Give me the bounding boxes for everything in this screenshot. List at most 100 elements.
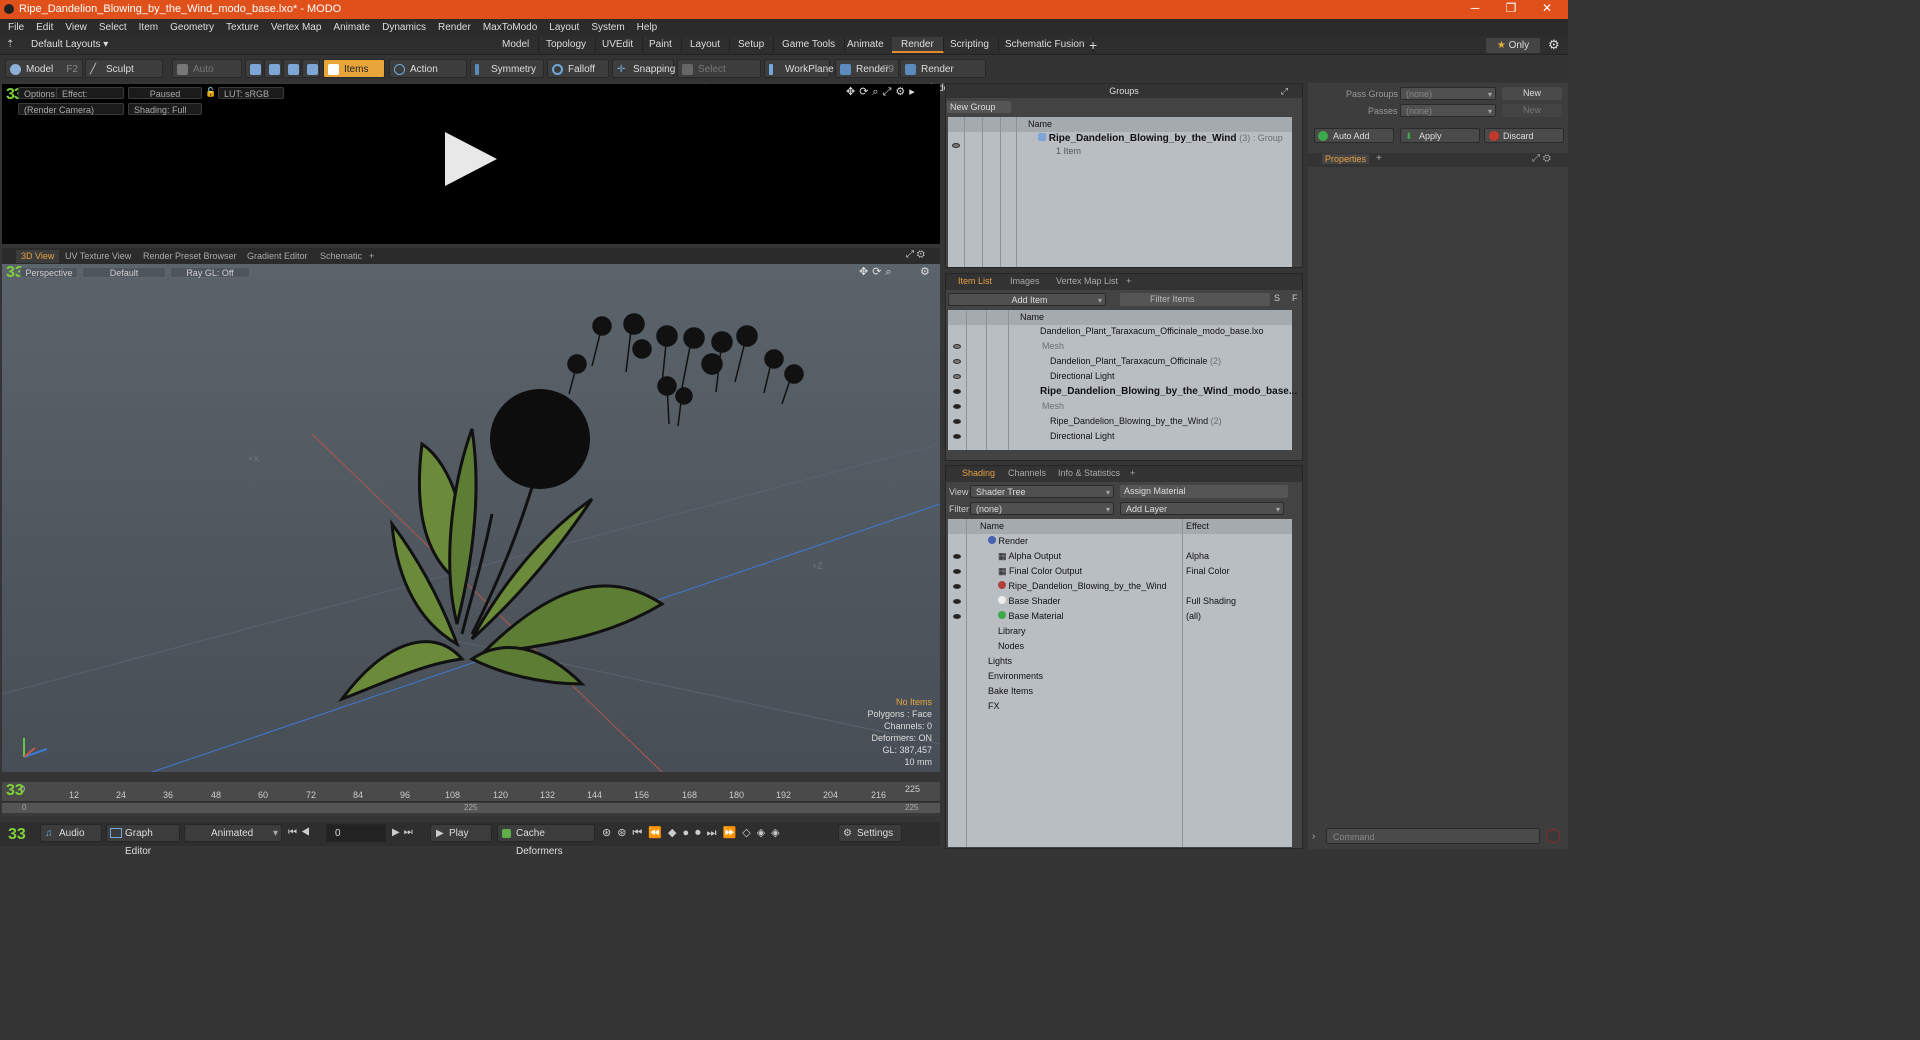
shader-row[interactable]: Environments <box>948 669 1292 684</box>
tab-gradient-editor[interactable]: Gradient Editor <box>242 250 313 263</box>
tab-setup[interactable]: Setup <box>729 37 775 53</box>
add-list-tab-button[interactable]: + <box>1126 276 1131 286</box>
eye-icon[interactable] <box>953 404 961 409</box>
add-tab-button[interactable]: + <box>1089 37 1097 53</box>
shader-row[interactable]: Ripe_Dandelion_Blowing_by_the_Wind <box>948 579 1292 594</box>
only-toggle[interactable]: ★ Only <box>1486 38 1540 53</box>
default-layouts-dropdown[interactable]: Default Layouts ▾ <box>31 39 108 50</box>
shading-dropdown[interactable]: Shading: Full <box>128 103 202 115</box>
new-group-button[interactable]: New Group <box>947 101 1011 113</box>
lut-dropdown[interactable]: LUT: sRGB <box>218 87 284 99</box>
list-item[interactable]: Mesh <box>948 339 1292 354</box>
list-item[interactable]: Dandelion_Plant_Taraxacum_Officinale (2) <box>948 354 1292 369</box>
groups-list[interactable]: Name Ripe_Dandelion_Blowing_by_the_Wind … <box>948 117 1292 267</box>
vertices-mode-button[interactable] <box>245 59 263 78</box>
render-camera-dropdown[interactable]: (Render Camera) <box>18 103 124 115</box>
minimize-button[interactable]: ─ <box>1460 1 1490 15</box>
apply-button[interactable]: ⬇ Apply <box>1400 128 1480 143</box>
cache-deformers-button[interactable]: Cache Deformers <box>497 824 595 857</box>
shader-row[interactable]: Base Shader Full Shading <box>948 594 1292 609</box>
eye-icon[interactable] <box>953 434 961 439</box>
menu-vertex-map[interactable]: Vertex Map <box>265 19 328 36</box>
sculpt-button[interactable]: ╱ Sculpt <box>85 59 163 78</box>
filter-items-input[interactable]: Filter Items <box>1120 293 1270 306</box>
menu-dynamics[interactable]: Dynamics <box>376 19 432 36</box>
items-mode-button[interactable]: Items <box>323 59 385 78</box>
menu-texture[interactable]: Texture <box>220 19 265 36</box>
eye-icon[interactable] <box>953 359 961 364</box>
tab-render[interactable]: Render <box>892 37 944 53</box>
eye-icon[interactable] <box>953 374 961 379</box>
tab-properties[interactable]: Properties <box>1322 154 1370 164</box>
menu-select[interactable]: Select <box>93 19 133 36</box>
tab-render-preset-browser[interactable]: Render Preset Browser <box>138 250 242 263</box>
tab-info-statistics[interactable]: Info & Statistics <box>1058 468 1120 478</box>
tab-paint[interactable]: Paint <box>640 37 682 53</box>
model-mode-button[interactable]: Model F2 <box>5 59 83 78</box>
menu-file[interactable]: File <box>2 19 30 36</box>
add-item-dropdown[interactable]: Add Item <box>948 293 1106 307</box>
groups-expand-icon[interactable]: ⤢ <box>1281 84 1288 98</box>
viewport-expand-icon[interactable]: ⤢ ⚙ <box>906 249 925 260</box>
viewport-nav-controls[interactable]: ✥⟳⌕ <box>859 265 896 279</box>
tab-vertex-map-list[interactable]: Vertex Map List <box>1056 276 1118 286</box>
item-list[interactable]: Name Dandelion_Plant_Taraxacum_Officinal… <box>948 310 1297 450</box>
shader-row[interactable]: Bake Items <box>948 684 1292 699</box>
menu-edit[interactable]: Edit <box>30 19 59 36</box>
record-icon[interactable] <box>1546 829 1560 843</box>
tab-game-tools[interactable]: Game Tools <box>773 37 846 53</box>
graph-editor-button[interactable]: Graph Editor <box>106 824 180 857</box>
assign-material-button[interactable]: Assign Material <box>1120 485 1288 498</box>
shader-row[interactable]: Render <box>948 534 1292 549</box>
eye-icon[interactable] <box>953 584 961 589</box>
eye-icon[interactable] <box>953 419 961 424</box>
tab-uvedit[interactable]: UVEdit <box>593 37 644 53</box>
timeline[interactable]: 0 12 24 36 48 60 72 84 96 108 120 132 14… <box>2 782 940 816</box>
menu-item[interactable]: Item <box>133 19 164 36</box>
list-item[interactable]: Ripe_Dandelion_Blowing_by_the_Wind (2) <box>948 414 1292 429</box>
select-through-button[interactable]: Select Through <box>677 59 761 94</box>
current-frame-marker[interactable]: 33 <box>6 782 24 800</box>
tab-model[interactable]: Model <box>493 37 540 53</box>
effect-dropdown[interactable]: Effect: (Shadi... <box>56 87 124 99</box>
settings-button[interactable]: ⚙ Settings <box>838 824 902 842</box>
tab-channels[interactable]: Channels <box>1008 468 1046 478</box>
list-item[interactable]: Ripe_Dandelion_Blowing_by_the_Wind_modo_… <box>948 384 1297 399</box>
tab-images[interactable]: Images <box>1010 276 1040 286</box>
render-button[interactable]: Render F9 <box>835 59 899 78</box>
tab-animate[interactable]: Animate <box>838 37 894 53</box>
tab-shading[interactable]: Shading <box>962 468 995 478</box>
tab-3d-view[interactable]: 3D View <box>16 250 60 263</box>
options-dropdown[interactable]: Options <box>18 87 62 99</box>
new-pass-button[interactable]: New <box>1502 104 1562 117</box>
list-item[interactable]: Directional Light <box>948 369 1292 384</box>
filter-toggle[interactable]: F <box>1292 293 1298 303</box>
transport-forward-buttons[interactable]: ▶⏭ <box>392 827 417 838</box>
menu-geometry[interactable]: Geometry <box>164 19 220 36</box>
viewport-gear-icon[interactable]: ⚙ <box>920 265 930 278</box>
menu-render[interactable]: Render <box>432 19 477 36</box>
frame-input[interactable]: 0 <box>326 824 386 842</box>
polygons-mode-button[interactable] <box>283 59 301 78</box>
search-toggle[interactable]: S <box>1274 293 1280 303</box>
audio-button[interactable]: ♫ Audio <box>40 824 102 842</box>
expand-arrow-icon[interactable]: ⇡ <box>6 39 14 50</box>
raygl-dropdown[interactable]: Ray GL: Off <box>170 267 250 278</box>
filter-dropdown[interactable]: (none) <box>970 502 1114 516</box>
restore-button[interactable]: ❐ <box>1496 1 1526 15</box>
list-item[interactable]: Mesh <box>948 399 1292 414</box>
eye-icon[interactable] <box>953 569 961 574</box>
eye-icon[interactable] <box>953 389 961 394</box>
new-pass-group-button[interactable]: New <box>1502 87 1562 100</box>
gear-icon[interactable]: ⚙ <box>1548 37 1560 53</box>
shader-row[interactable]: Base Material (all) <box>948 609 1292 624</box>
shader-row[interactable]: Nodes <box>948 639 1292 654</box>
shader-tree[interactable]: Name Effect Render ▦ Alpha Output Alpha ▦ … <box>948 519 1292 847</box>
menu-help[interactable]: Help <box>631 19 664 36</box>
passes-dropdown[interactable]: (none) <box>1400 104 1496 118</box>
eye-icon[interactable] <box>953 554 961 559</box>
key-tools-buttons[interactable]: ⊛⊛⏮⏪◆●⏺⏭⏩◇◈◈ <box>602 826 786 840</box>
perspective-dropdown[interactable]: Perspective <box>20 267 78 278</box>
timeline-ruler[interactable]: 0 12 24 36 48 60 72 84 96 108 120 132 14… <box>2 782 940 802</box>
menu-maxtomodo[interactable]: MaxToModo <box>477 19 543 36</box>
